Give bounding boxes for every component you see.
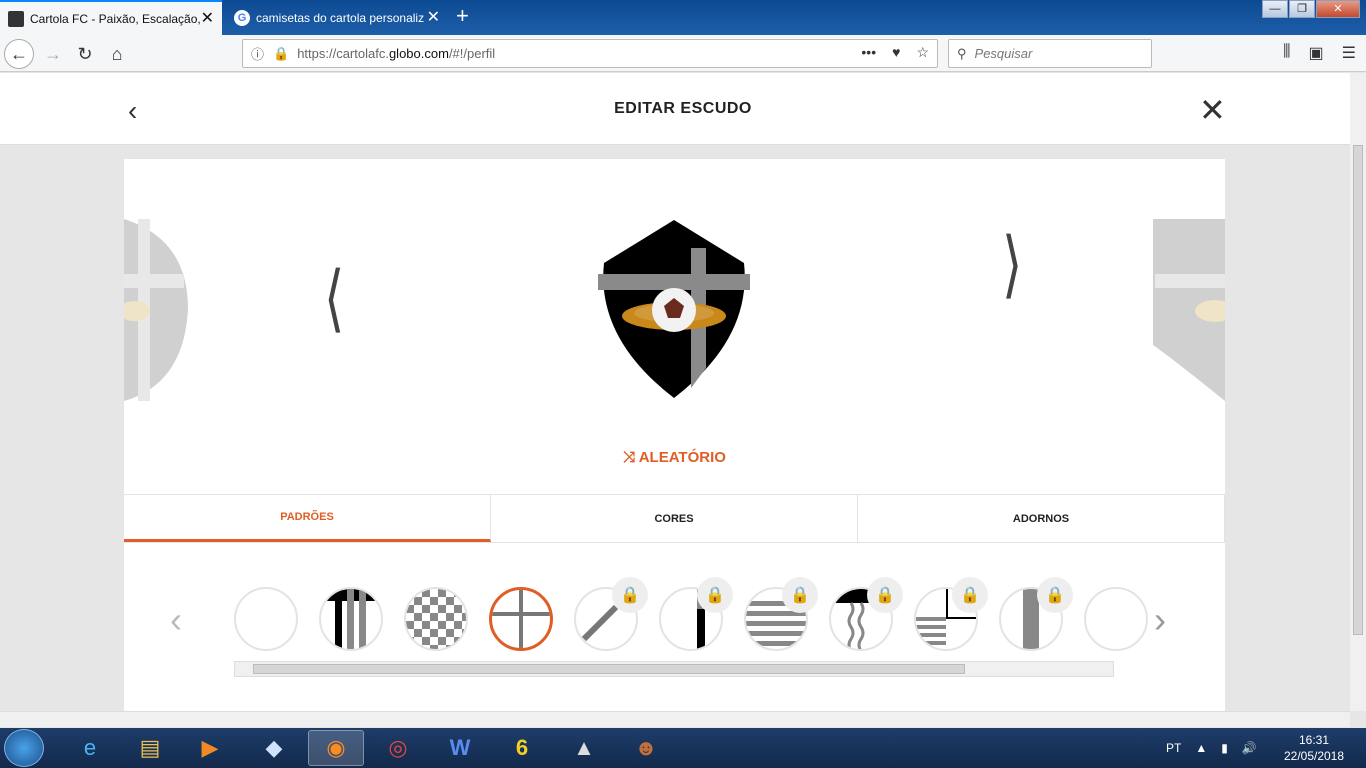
carousel-next-icon[interactable]: › — [1154, 599, 1166, 641]
chrome-icon[interactable]: ◎ — [370, 730, 426, 766]
page-header: ‹ EDITAR ESCUDO ✕ — [0, 73, 1350, 145]
firefox-icon[interactable]: ◉ — [308, 730, 364, 766]
tab-label: camisetas do cartola personaliz — [256, 10, 425, 25]
lock-icon: 🔒 — [1037, 577, 1073, 613]
bookmark-star-icon[interactable]: ☆ — [916, 44, 929, 61]
volume-icon[interactable]: 🔊 — [1242, 741, 1257, 755]
minimize-button[interactable]: — — [1262, 0, 1288, 18]
search-icon: ⚲ — [957, 45, 967, 61]
previous-shield-preview[interactable] — [124, 219, 194, 401]
pattern-plain[interactable] — [234, 587, 298, 651]
url-prefix: https://cartolafc. — [297, 46, 389, 61]
pocket-icon[interactable]: ♥ — [892, 44, 900, 61]
box-app-icon[interactable]: ◆ — [246, 730, 302, 766]
team-shield — [598, 220, 750, 398]
inkscape-icon[interactable]: ▲ — [556, 730, 612, 766]
back-button[interactable]: ← — [4, 39, 34, 69]
library-icon[interactable]: ⫼ — [1283, 43, 1290, 63]
pattern-vertical-stripes[interactable] — [319, 587, 383, 651]
url-path: /#!/perfil — [448, 46, 496, 61]
new-tab-button[interactable]: + — [456, 5, 469, 27]
carousel-scroll-thumb[interactable] — [253, 664, 965, 674]
pattern-cross[interactable] — [489, 587, 553, 651]
pattern-carousel: 🔒 🔒 🔒 🔒 🔒 🔒 — [234, 577, 1148, 651]
close-icon[interactable]: ✕ — [1199, 91, 1226, 129]
tab-cores[interactable]: CORES — [491, 495, 858, 542]
google-icon: G — [234, 9, 250, 26]
editor-tabs: PADRÕES CORES ADORNOS — [124, 494, 1225, 543]
tab-adornos[interactable]: ADORNOS — [858, 495, 1225, 542]
media-player-icon[interactable]: ▶ — [182, 730, 238, 766]
lock-icon: 🔒 — [612, 577, 648, 613]
home-button[interactable]: ⌂ — [102, 39, 132, 69]
pattern-checkered[interactable] — [404, 587, 468, 651]
battery-icon[interactable]: ▮ — [1221, 741, 1228, 755]
next-shield-arrow-icon[interactable]: ⟩ — [1002, 223, 1022, 307]
random-button[interactable]: ⤨ ALEATÓRIO — [124, 449, 1225, 466]
page-viewport: ‹ EDITAR ESCUDO ✕ ⟨ ⟩ ⤨ ALEATÓRIO PADRÕE… — [0, 73, 1350, 711]
forward-button[interactable]: → — [38, 39, 68, 69]
windows-taskbar: e ▤ ▶ ◆ ◉ ◎ W 6 ▲ ☻ PT ▲ ▮ 🔊 16:31 22/05… — [0, 728, 1366, 768]
carousel-prev-icon[interactable]: ‹ — [170, 599, 182, 641]
maximize-button[interactable]: ❐ — [1289, 0, 1315, 18]
carousel-scrollbar[interactable] — [234, 661, 1114, 677]
start-button[interactable] — [4, 729, 44, 767]
file-explorer-icon[interactable]: ▤ — [122, 730, 178, 766]
internet-explorer-icon[interactable]: e — [62, 730, 118, 766]
lock-icon: 🔒 — [697, 577, 733, 613]
sidebar-icon[interactable]: ▣ — [1309, 43, 1324, 63]
tab-label: Cartola FC - Paixão, Escalação, — [30, 11, 201, 26]
reload-button[interactable]: ↻ — [70, 39, 100, 69]
menu-icon[interactable]: ☰ — [1342, 43, 1356, 63]
game-character-icon[interactable]: ☻ — [618, 730, 674, 766]
lock-icon: 🔒 — [952, 577, 988, 613]
clock-date: 22/05/2018 — [1283, 749, 1345, 763]
url-bar[interactable]: ⓘ 🔒 https://cartolafc. globo.com/#!/perfi… — [242, 39, 938, 68]
shield-editor-card: ⟨ ⟩ ⤨ ALEATÓRIO PADRÕES CORES ADORNOS ‹ — [124, 159, 1225, 711]
lock-icon: 🔒 — [782, 577, 818, 613]
random-label: ALEATÓRIO — [638, 449, 726, 466]
close-tab-icon[interactable]: ✕ — [427, 9, 440, 26]
word-icon[interactable]: W — [432, 730, 488, 766]
url-domain: globo.com — [388, 46, 449, 61]
pattern-next-partial[interactable] — [1084, 587, 1148, 651]
lock-icon: 🔒 — [867, 577, 903, 613]
page-title: EDITAR ESCUDO — [614, 100, 752, 117]
cartola-favicon — [8, 10, 24, 27]
window-controls: — ❐ ✕ — [1261, 0, 1360, 18]
clock[interactable]: 16:31 22/05/2018 — [1274, 732, 1354, 764]
page-scroll-thumb[interactable] — [1353, 145, 1363, 635]
close-window-button[interactable]: ✕ — [1316, 0, 1360, 18]
language-indicator[interactable]: PT — [1166, 741, 1181, 755]
pes-icon[interactable]: 6 — [494, 730, 550, 766]
next-shield-preview[interactable] — [1153, 219, 1225, 401]
tab-cartola[interactable]: Cartola FC - Paixão, Escalação, ✕ — [0, 0, 222, 35]
shuffle-icon: ⤨ — [623, 449, 639, 466]
navigation-toolbar: ← → ↻ ⌂ ⓘ 🔒 https://cartolafc. globo.com /… — [0, 35, 1366, 72]
search-input[interactable]: ⚲ Pesquisar — [948, 39, 1152, 68]
tab-search[interactable]: G camisetas do cartola personaliz ✕ — [226, 0, 448, 35]
page-vertical-scrollbar[interactable] — [1350, 73, 1366, 711]
clock-time: 16:31 — [1298, 733, 1330, 747]
page-horizontal-scrollbar[interactable] — [0, 711, 1350, 727]
tab-padroes[interactable]: PADRÕES — [124, 495, 491, 542]
lock-icon: 🔒 — [273, 45, 290, 61]
info-icon[interactable]: ⓘ — [251, 44, 264, 63]
browser-tab-strip: Cartola FC - Paixão, Escalação, ✕ G cami… — [0, 0, 1366, 35]
close-tab-icon[interactable]: ✕ — [201, 10, 214, 27]
page-actions-icon[interactable]: ••• — [861, 44, 876, 61]
system-tray: PT ▲ ▮ 🔊 — [1166, 728, 1257, 768]
prev-shield-arrow-icon[interactable]: ⟨ — [324, 257, 344, 341]
tray-expand-icon[interactable]: ▲ — [1195, 741, 1207, 755]
search-placeholder: Pesquisar — [974, 46, 1033, 61]
